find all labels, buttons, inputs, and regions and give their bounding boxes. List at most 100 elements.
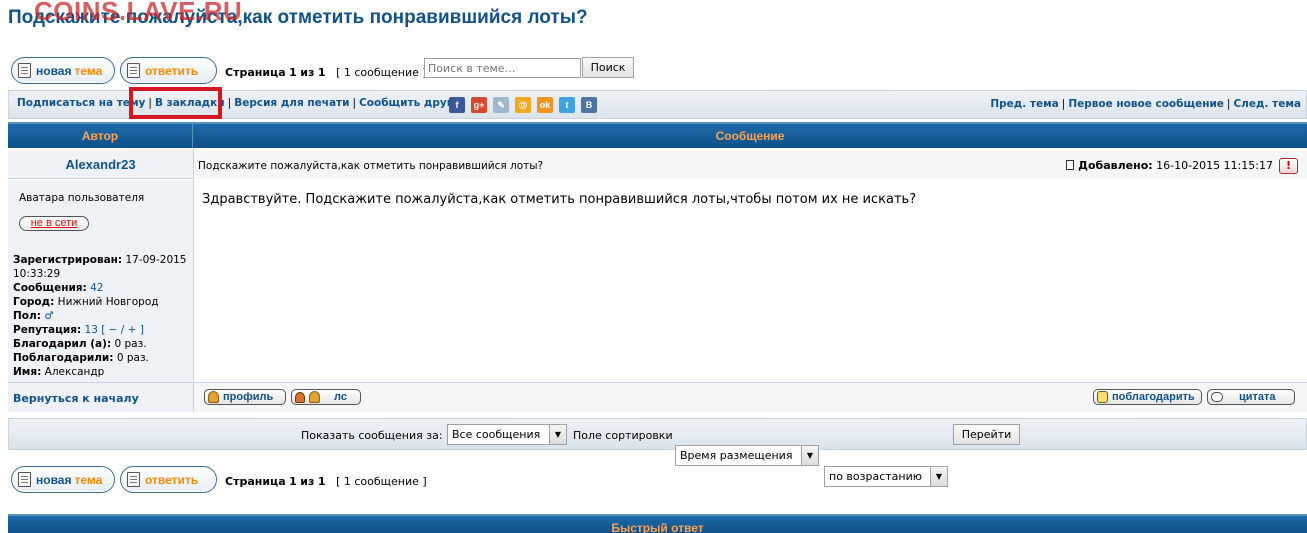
social-share-icons: f g+ ✎ @ ok t В [449, 97, 597, 113]
message-column-header: Сообщение [715, 129, 785, 143]
sort-field-label: Поле сортировки [573, 429, 673, 442]
show-posts-value: Все сообщения [452, 428, 541, 441]
thanked-value: 0 раз. [114, 338, 147, 350]
reputation-label: Репутация: [13, 324, 82, 336]
new-topic-button-bottom[interactable]: новая тема [11, 466, 115, 493]
user-icon [208, 391, 219, 403]
post-date: Добавлено: 16-10-2015 11:15:17 [1066, 159, 1273, 172]
posts-label: Сообщения: [13, 282, 87, 294]
city-label: Город: [13, 296, 55, 308]
new-topic-label-1: новая [36, 472, 72, 487]
quick-reply-header[interactable]: Быстрый ответ [8, 514, 1307, 533]
search-input[interactable] [424, 58, 581, 78]
print-link[interactable]: Версия для печати [234, 97, 349, 109]
reply-button-bottom[interactable]: ответить [120, 466, 217, 493]
thanks-received-label: Поблагодарили: [13, 352, 114, 364]
avatar: Аватара пользователя [19, 192, 145, 204]
pagination-total: 1 [317, 66, 326, 79]
vkontakte-icon[interactable]: В [581, 97, 597, 113]
go-button[interactable]: Перейти [953, 424, 1020, 445]
sort-field-select[interactable]: Время размещения ▼ [675, 445, 819, 466]
post-count: [ 1 сообщение ] [336, 475, 427, 488]
first-new-post-link[interactable]: Первое новое сообщение [1068, 98, 1224, 110]
author-profile-info: Зарегистрирован: 17-09-2015 10:33:29 Соо… [13, 253, 191, 379]
document-icon [18, 63, 31, 78]
thanks-received-value: 0 раз. [116, 352, 149, 364]
chevron-down-icon: ▼ [930, 467, 947, 486]
report-button[interactable]: ! [1279, 158, 1298, 174]
facebook-icon[interactable]: f [449, 97, 465, 113]
reputation-controls[interactable]: [ − / + ] [101, 324, 144, 336]
thank-button[interactable]: поблагодарить [1093, 389, 1202, 405]
reply-label: ответить [145, 472, 199, 487]
reply-button[interactable]: ответить [120, 57, 217, 84]
chevron-down-icon: ▼ [549, 425, 566, 444]
name-label: Имя: [13, 366, 42, 378]
message-column-border [193, 150, 1307, 412]
pm-button[interactable]: лс [291, 389, 361, 405]
name-value: Александр [44, 366, 105, 378]
registered-time: 10:33:29 [13, 268, 61, 280]
pagination-total: 1 [317, 475, 326, 488]
new-topic-label-1: новая [36, 63, 72, 78]
topic-navigation: Пред. тема | Первое новое сообщение | След. … [990, 98, 1301, 110]
reputation-value[interactable]: 13 [85, 324, 98, 336]
post-body: Здравствуйте. Подскажите пожалуйста,как … [202, 192, 917, 207]
male-icon: ♂ [44, 310, 54, 322]
reply-label: ответить [145, 63, 199, 78]
chevron-down-icon: ▼ [801, 446, 818, 465]
sort-order-select[interactable]: по возрастанию ▼ [824, 466, 948, 487]
pagination-of: из [300, 66, 315, 79]
city-value: Нижний Новгород [57, 296, 159, 308]
highlight-box [129, 87, 222, 119]
new-topic-label-2: тема [74, 472, 103, 487]
pagination-prefix: Страница [225, 475, 286, 488]
watermark: COINS.LAVE.RU [34, 0, 243, 26]
pagination-bottom: Страница 1 из 1 [ 1 сообщение ] [225, 475, 427, 488]
thumbs-up-icon [1097, 391, 1108, 403]
post-icon[interactable] [1066, 160, 1075, 170]
posts-count[interactable]: 42 [90, 282, 103, 294]
livejournal-icon[interactable]: ✎ [493, 97, 509, 113]
document-icon [18, 472, 31, 487]
profile-button-label: профиль [223, 391, 274, 403]
topic-actions: Подписаться на тему | В закладки | Версия дл… [17, 97, 460, 109]
document-icon [127, 472, 140, 487]
subscribe-link[interactable]: Подписаться на тему [17, 97, 145, 109]
document-icon [127, 63, 140, 78]
post-count: [ 1 сообщение ] [336, 66, 427, 79]
pagination: Страница 1 из 1 [ 1 сообщение ] [225, 66, 427, 79]
pagination-prefix: Страница [225, 66, 286, 79]
google-plus-icon[interactable]: g+ [471, 97, 487, 113]
mailru-icon[interactable]: @ [515, 97, 531, 113]
search-button[interactable]: Поиск [582, 57, 634, 78]
post-author[interactable]: Alexandr23 [8, 157, 193, 172]
email-friend-link[interactable]: Сообщить другу [359, 97, 459, 109]
pagination-current: 1 [289, 66, 297, 79]
post-date-value: 16-10-2015 11:15:17 [1156, 159, 1273, 172]
gender-label: Пол: [13, 310, 41, 322]
pagination-current: 1 [289, 475, 297, 488]
quote-button[interactable]: цитата [1207, 389, 1295, 405]
post-date-label: Добавлено: [1078, 159, 1153, 172]
new-topic-button[interactable]: новая тема [11, 57, 115, 84]
registered-date: 17-09-2015 [125, 254, 187, 266]
quote-icon [1211, 392, 1223, 402]
registered-label: Зарегистрирован: [13, 254, 123, 266]
posts-table-header: Автор Сообщение [8, 122, 1307, 148]
author-column-header: Автор [81, 129, 119, 143]
sort-field-value: Время размещения [680, 449, 793, 462]
twitter-icon[interactable]: t [559, 97, 575, 113]
thank-button-label: поблагодарить [1112, 391, 1195, 403]
show-posts-select[interactable]: Все сообщения ▼ [447, 424, 567, 445]
back-to-top-link[interactable]: Вернуться к началу [13, 392, 139, 405]
post-subject[interactable]: Подскажите пожалуйста,как отметить понра… [198, 160, 543, 172]
online-status-badge: не в сети [19, 216, 89, 231]
pagination-of: из [300, 475, 315, 488]
prev-topic-link[interactable]: Пред. тема [990, 98, 1058, 110]
odnoklassniki-icon[interactable]: ok [537, 97, 553, 113]
users-icon [295, 391, 305, 403]
next-topic-link[interactable]: След. тема [1233, 98, 1301, 110]
profile-button[interactable]: профиль [204, 389, 286, 405]
show-posts-label: Показать сообщения за: [301, 429, 443, 442]
